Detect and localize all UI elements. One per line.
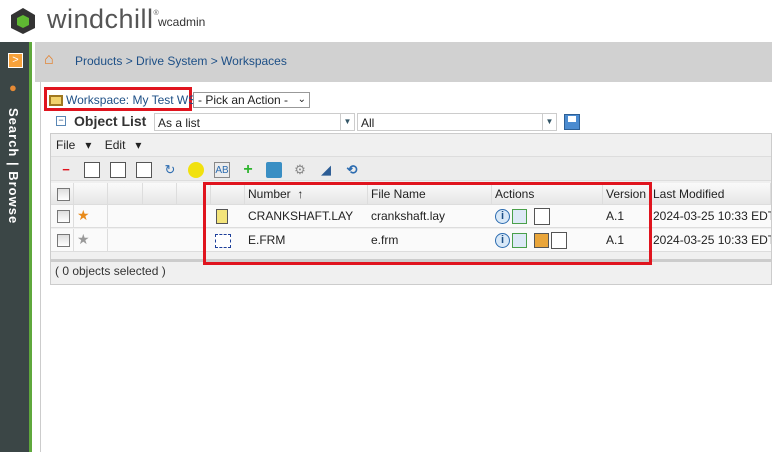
new-drawing-icon[interactable]: ◢ [318, 162, 334, 178]
refresh-icon[interactable]: ⟲ [344, 162, 360, 178]
row-checkbox[interactable] [51, 205, 74, 227]
file-menu[interactable]: File ▾ [56, 138, 91, 152]
chevron-down-icon: ⌄ [297, 94, 306, 105]
row-checkbox[interactable] [51, 229, 74, 251]
breadcrumb-bar: ⌂ Products > Drive System > Workspaces [35, 42, 772, 82]
selection-count: ( 0 objects selected ) [55, 264, 166, 278]
favorite-star-icon[interactable]: ★ [74, 205, 108, 227]
last-modified-cell: 2024-03-25 10:33 EDT [653, 233, 771, 247]
rename-icon[interactable]: AB [214, 162, 230, 178]
view-select[interactable]: As a list ▼ [154, 113, 355, 131]
table-toolbar: − ↻ AB + ⚙ ◢ ⟲ [51, 156, 771, 181]
workspace-icon [49, 95, 63, 107]
filter-select[interactable]: All ▼ [357, 113, 557, 131]
undo-checkout-icon[interactable] [136, 162, 152, 178]
set-target-icon[interactable] [188, 162, 204, 178]
check-out-icon[interactable] [110, 162, 126, 178]
workspace-name: Workspace: My Test WS [66, 93, 197, 107]
favorite-star-icon[interactable]: ★ [74, 229, 108, 251]
dropdown-icon: ▼ [340, 114, 354, 130]
save-view-icon[interactable] [564, 114, 580, 130]
collapse-icon[interactable]: − [56, 116, 66, 126]
expand-sidebar-icon[interactable]: > [8, 53, 23, 68]
add-folder-icon[interactable] [266, 162, 282, 178]
highlight-box [203, 182, 652, 265]
header: windchill® wcadmin [0, 0, 772, 42]
brand-name: windchill® [47, 4, 160, 34]
search-browse-tab[interactable]: Search | Browse [6, 108, 21, 224]
add-icon[interactable]: + [240, 162, 256, 178]
remove-icon[interactable]: − [58, 162, 74, 178]
pick-action-select[interactable]: - Pick an Action - ⌄ [193, 92, 310, 108]
header-cell [74, 183, 108, 204]
breadcrumb[interactable]: Products > Drive System > Workspaces [75, 54, 287, 68]
windchill-logo-icon [11, 8, 35, 34]
sidebar: > ● Search | Browse [0, 42, 32, 452]
user-name[interactable]: wcadmin [158, 15, 205, 29]
column-last-modified[interactable]: Last Modified [650, 183, 771, 204]
dropdown-icon: ▼ [542, 114, 556, 130]
update-icon[interactable]: ↻ [162, 162, 178, 178]
home-icon[interactable]: ⌂ [44, 51, 54, 69]
last-modified-cell: 2024-03-25 10:33 EDT [653, 209, 771, 223]
pin-icon[interactable]: ● [9, 80, 17, 95]
gear-icon[interactable]: ⚙ [292, 162, 308, 178]
edit-menu[interactable]: Edit ▾ [105, 138, 142, 152]
table-menus: File ▾ Edit ▾ [56, 138, 151, 152]
check-in-icon[interactable] [84, 162, 100, 178]
object-list-title: − Object List [56, 113, 146, 129]
header-cell [143, 183, 177, 204]
header-cell [108, 183, 143, 204]
select-all-checkbox[interactable] [51, 183, 74, 204]
workspace-label: Workspace: My Test WS [44, 87, 196, 111]
